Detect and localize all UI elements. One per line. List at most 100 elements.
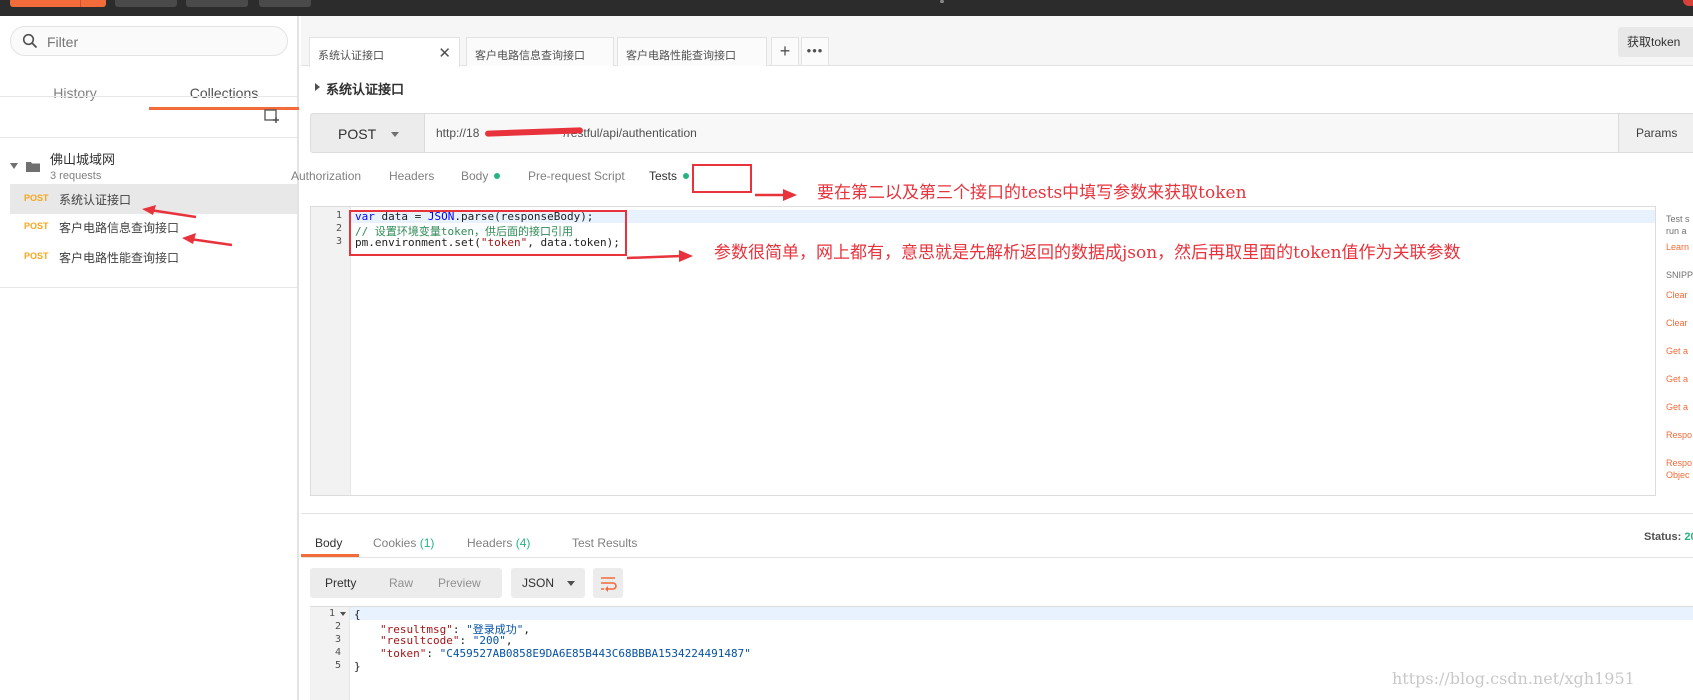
fold-icon[interactable] [340,612,346,616]
line-gutter: 1 2 3 [311,207,351,495]
watermark: https://blog.csdn.net/xgh1951 [1392,669,1635,688]
main-panel: 系统认证接口 ✕ 客户电路信息查询接口 客户电路性能查询接口 + ••• 获取t… [291,16,1693,700]
line-number: 5 [334,660,341,671]
wrap-lines-icon[interactable] [593,568,623,598]
tab-headers[interactable]: Headers [389,169,434,183]
add-tab-button[interactable]: + [771,37,799,66]
tab-prerequest-script[interactable]: Pre-request Script [528,169,625,183]
annotation-arrow [142,205,197,219]
snippet-link[interactable]: Clear [1666,318,1688,328]
format-toggle: Pretty Raw Preview [310,568,502,598]
more-tabs-button[interactable]: ••• [801,37,829,66]
chevron-down-icon [391,132,399,137]
runner-button[interactable] [186,0,248,7]
snippets-intro: Test s [1666,214,1690,224]
snippet-link[interactable]: Clear [1666,290,1688,300]
json-line: "token": "C459527AB0858E9DA6E85B443C68BB… [380,647,751,660]
collection-name[interactable]: 佛山城域网 [50,149,115,168]
tab-body[interactable]: Body [461,169,501,183]
request-tabs-bar: 系统认证接口 ✕ 客户电路信息查询接口 客户电路性能查询接口 + ••• 获取t… [301,16,1693,67]
tab-collections[interactable]: Collections [149,68,299,110]
method-badge: POST [24,251,49,261]
status-badge: Status: 20 [1644,531,1693,543]
line-number: 3 [335,236,342,247]
tab-response-headers[interactable]: Headers (4) [467,536,530,550]
avatar[interactable] [1683,0,1693,6]
folder-icon [26,162,40,172]
line-gutter: 1 2 3 4 5 [310,607,350,700]
pretty-button[interactable]: Pretty [325,576,356,590]
chevron-down-icon[interactable] [10,163,18,169]
request-title: 系统认证接口 [326,82,405,97]
method-badge: POST [24,221,49,231]
environment-select[interactable]: 获取token [1618,27,1693,57]
filter-input[interactable] [47,32,277,52]
app-titlebar [0,0,1693,16]
sidebar: History Collections 佛山城域网 3 requests POS… [0,16,299,700]
json-line: { [354,608,361,621]
new-window-button[interactable] [259,0,311,7]
annotation-arrow [755,189,797,201]
tab-label: 系统认证接口 [318,50,384,62]
divider [301,513,1693,514]
divider [0,137,297,138]
request-tab[interactable]: 客户电路性能查询接口 [617,37,767,66]
tab-label: 客户电路信息查询接口 [475,50,585,62]
annotation-arrow [626,250,693,262]
annotation-arrow [182,233,233,247]
workspace-indicator [940,0,944,3]
snippet-link[interactable]: Respo [1666,430,1692,440]
new-collection-icon[interactable] [264,108,280,124]
divider [301,557,1693,558]
collection-request-count: 3 requests [50,170,102,182]
request-tab[interactable]: 客户电路信息查询接口 [466,37,614,66]
status-dot [683,173,690,179]
sidebar-request-item[interactable]: POST 客户电路性能查询接口 [10,242,297,272]
annotation-box [692,164,752,193]
divider [0,96,297,97]
line-number: 1 [328,608,335,619]
learn-more-link[interactable]: Learn [1666,242,1689,252]
import-button[interactable] [115,0,177,7]
tab-authorization[interactable]: Authorization [291,169,361,183]
tab-test-results[interactable]: Test Results [572,536,637,550]
snippet-link[interactable]: Get a [1666,402,1688,412]
request-tab[interactable]: 系统认证接口 ✕ [309,37,460,67]
chevron-right-icon[interactable] [315,83,320,91]
status-dot [494,173,501,179]
tab-label: 客户电路性能查询接口 [626,50,736,62]
filter-box [10,26,288,56]
snippet-link[interactable]: Objec [1666,470,1690,480]
request-name: 系统认证接口 [59,193,132,207]
line-number: 2 [335,223,342,234]
annotation-box [349,210,627,256]
snippet-link[interactable]: Get a [1666,346,1688,356]
new-button[interactable] [10,0,106,7]
snippet-link[interactable]: Get a [1666,374,1688,384]
snippets-panel: Test s run a Learn SNIPP Clear Clear Get… [1663,206,1693,496]
line-number: 4 [334,647,341,658]
snippets-header: SNIPP [1666,270,1693,280]
json-line: "resultcode": "200", [380,634,513,647]
divider [0,287,297,288]
tab-cookies[interactable]: Cookies (1) [373,536,434,550]
url-input[interactable]: http://18/restful/api/authentication [425,113,1630,153]
tab-response-body[interactable]: Body [315,536,342,550]
search-icon [22,33,38,49]
json-line: } [354,660,361,673]
annotation-text: 要在第二以及第三个接口的tests中填写参数来获取token [817,183,1247,203]
active-line [310,607,1693,620]
params-button[interactable]: Params [1618,113,1693,153]
preview-button[interactable]: Preview [438,576,481,590]
snippets-intro: run a [1666,226,1687,236]
raw-button[interactable]: Raw [389,576,413,590]
language-select[interactable]: JSON [511,568,585,598]
method-select[interactable]: POST [310,113,425,153]
snippet-link[interactable]: Respo [1666,458,1692,468]
tab-history[interactable]: History [0,68,150,110]
method-label: POST [338,126,377,142]
close-icon[interactable]: ✕ [438,44,451,62]
tab-tests[interactable]: Tests [649,169,690,183]
chevron-down-icon [567,581,575,586]
line-number: 1 [335,210,342,221]
